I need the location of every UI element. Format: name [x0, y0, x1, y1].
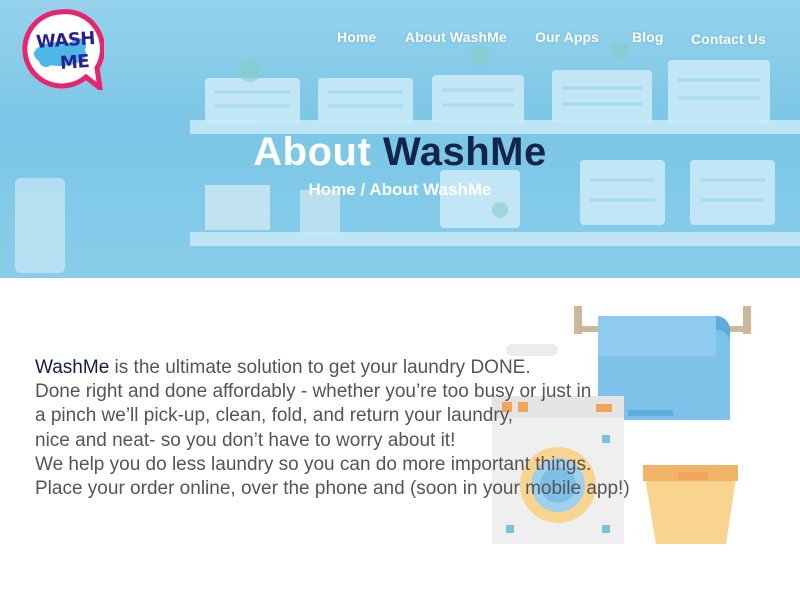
nav-blog[interactable]: Blog — [632, 29, 664, 45]
about-description: WashMe is the ultimate solution to get y… — [35, 356, 755, 501]
nav-our-apps[interactable]: Our Apps — [535, 29, 599, 45]
about-brand-name: WashMe — [35, 357, 110, 378]
page-title-washme: WashMe — [382, 130, 547, 174]
nav-contact-us[interactable]: Contact Us — [691, 31, 766, 47]
page-title: About WashMe — [0, 130, 800, 175]
nav-about-washme[interactable]: About WashMe — [405, 29, 507, 45]
about-line-5: We help you do less laundry so you can d… — [35, 453, 592, 475]
about-line-3: a pinch we’ll pick-up, clean, fold, and … — [35, 405, 514, 427]
breadcrumb-current: About WashMe — [369, 180, 492, 199]
about-line-1: WashMe is the ultimate solution to get y… — [35, 356, 755, 380]
breadcrumb: Home / About WashMe — [0, 180, 800, 200]
about-line-1-text: is the ultimate solution to get your lau… — [109, 357, 531, 378]
washme-logo[interactable]: WASH ME — [16, 8, 105, 94]
breadcrumb-separator: / — [355, 180, 370, 199]
about-line-2: Done right and done affordably - whether… — [35, 381, 592, 403]
page-title-about: About — [253, 130, 372, 174]
logo-text-me: ME — [59, 51, 90, 74]
nav-home[interactable]: Home — [337, 29, 376, 45]
about-line-4: nice and neat- so you don’t have to worr… — [35, 429, 456, 451]
main-nav: Home About WashMe Our Apps Blog Contact … — [0, 29, 800, 49]
about-line-6: Place your order online, over the phone … — [35, 478, 630, 500]
breadcrumb-home-link[interactable]: Home — [309, 180, 356, 199]
hero-banner: WASH ME Home About WashMe Our Apps Blog … — [0, 0, 800, 278]
